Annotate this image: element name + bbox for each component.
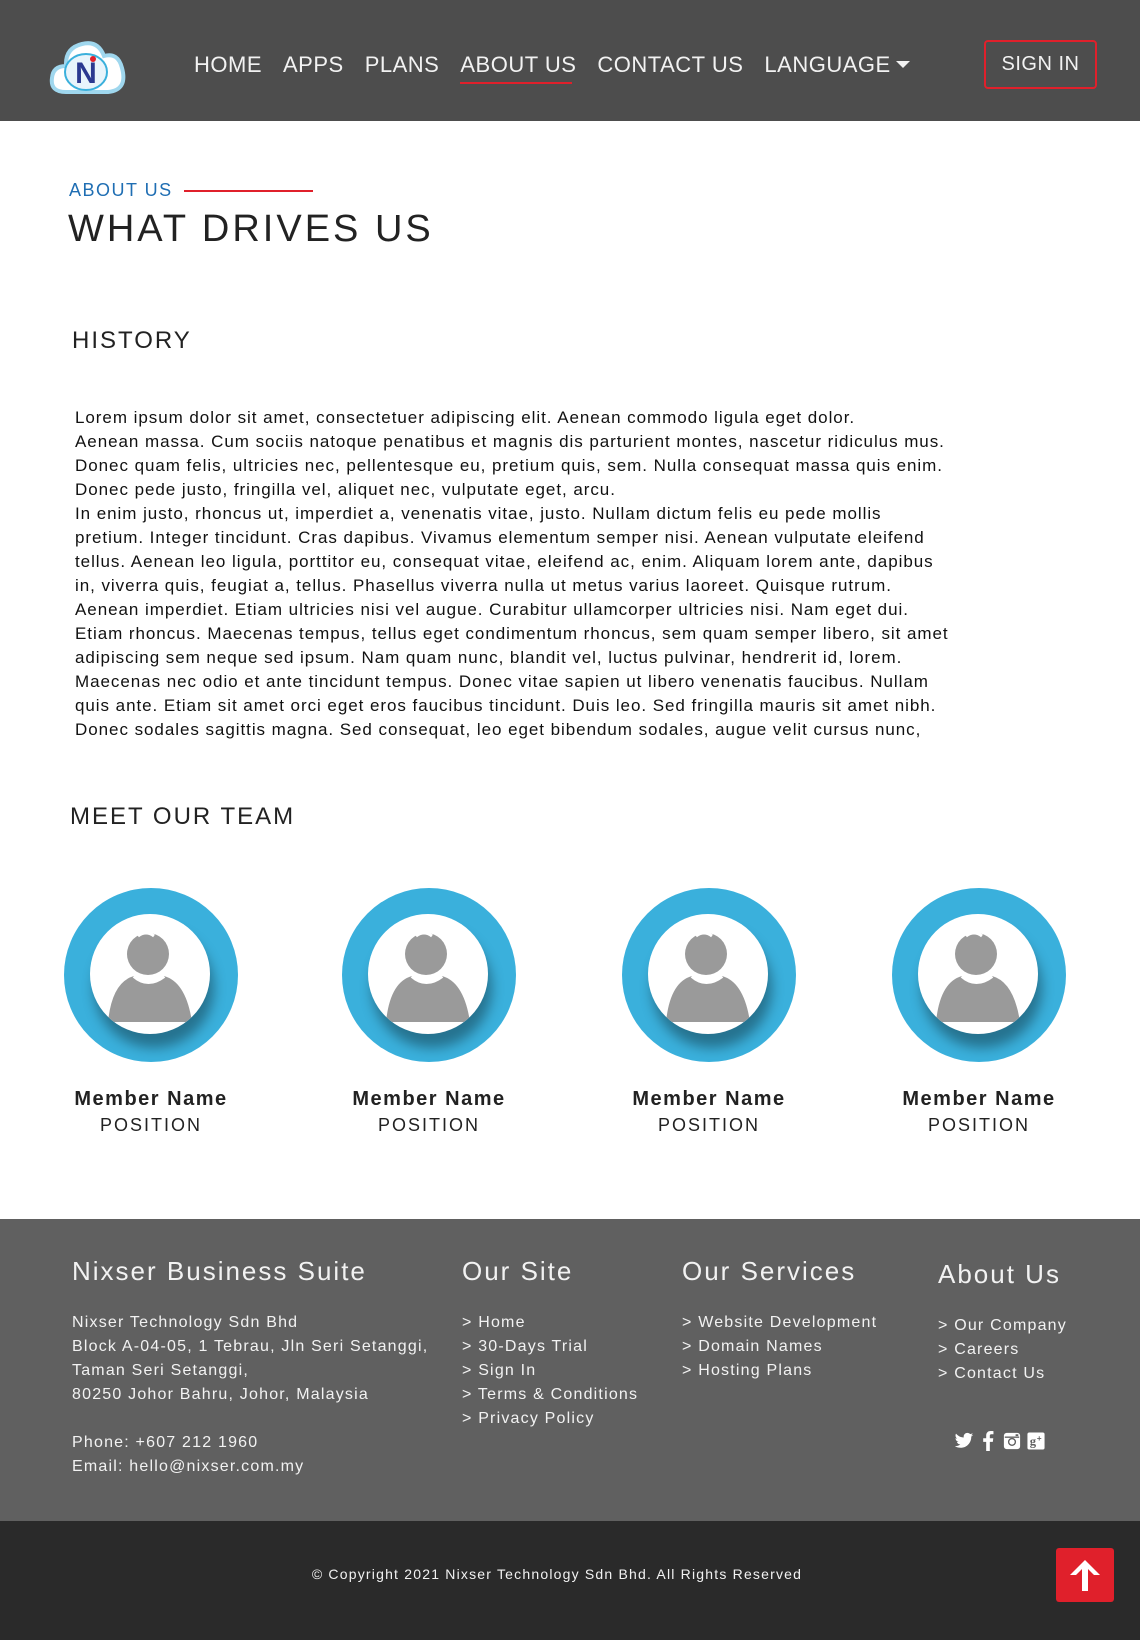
company-address: 80250 Johor Bahru, Johor, Malaysia [72,1386,369,1403]
nav-home[interactable]: HOME [194,50,262,80]
history-line: Donec quam felis, ultricies nec, pellent… [75,456,943,475]
company-email[interactable]: Email: hello@nixser.com.my [72,1455,428,1479]
nav-contact-us[interactable]: CONTACT US [597,50,743,80]
history-line: in, viverra quis, feugiat a, tellus. Pha… [75,576,892,595]
copyright-text: © Copyright 2021 Nixser Technology Sdn B… [311,1566,803,1582]
section-eyebrow: ABOUT US [69,180,173,200]
twitter-icon[interactable] [954,1431,974,1451]
team-member-card: Member Name POSITION [609,888,809,1136]
team-title: MEET OUR TEAM [70,803,296,830]
footer-company-title: Nixser Business Suite [72,1256,367,1286]
history-line: pretium. Integer tincidunt. Cras dapibus… [75,528,925,547]
company-address: Taman Seri Setanggi, [72,1362,249,1379]
footer-link-careers[interactable]: > Careers [938,1338,1067,1362]
avatar-ring [64,888,238,1062]
eyebrow-divider [184,190,313,192]
main-nav: HOME APPS PLANS ABOUT US CONTACT US LANG… [194,50,931,84]
arrow-up-icon [1070,1560,1100,1591]
nav-plans[interactable]: PLANS [365,50,440,80]
facebook-icon[interactable] [978,1431,998,1451]
company-name: Nixser Technology Sdn Bhd [72,1314,299,1331]
team-member-card: Member Name POSITION [51,888,251,1136]
history-line: quis ante. Etiam sit amet orci eget eros… [75,696,937,715]
nav-language[interactable]: LANGUAGE [764,50,910,80]
member-name: Member Name [352,1088,506,1110]
google-plus-icon[interactable]: g + [1026,1431,1046,1451]
person-avatar-icon [90,914,210,1034]
member-position: POSITION [99,1115,202,1135]
svg-text:N: N [75,57,97,90]
member-name: Member Name [902,1088,1056,1110]
member-position: POSITION [377,1115,480,1135]
company-address: Block A-04-05, 1 Tebrau, Jln Seri Setang… [72,1338,429,1355]
team-member-card: Member Name POSITION [879,888,1079,1136]
sign-in-button[interactable]: SIGN IN [984,40,1097,89]
history-line: Donec pede justo, fringilla vel, aliquet… [75,480,616,499]
footer-link-web-dev[interactable]: > Website Development [682,1311,877,1335]
history-line: In enim justo, rhoncus ut, imperdiet a, … [75,504,882,523]
instagram-icon[interactable] [1002,1431,1022,1451]
footer-our-site-title: Our Site [462,1256,574,1286]
nixser-logo-icon[interactable]: N [48,34,126,96]
footer-link-terms[interactable]: > Terms & Conditions [462,1383,638,1407]
avatar-ring [622,888,796,1062]
footer-services-title: Our Services [682,1256,857,1286]
nav-language-label: LANGUAGE [764,52,891,77]
footer-link-trial[interactable]: > 30-Days Trial [462,1335,638,1359]
history-line: Maecenas nec odio et ante tincidunt temp… [75,672,929,691]
caret-down-icon [895,60,910,68]
history-paragraph: Lorem ipsum dolor sit amet, consectetuer… [75,406,1055,742]
company-phone: Phone: +607 212 1960 [72,1434,259,1451]
footer-company-column: Nixser Business Suite Nixser Technology … [72,1256,428,1479]
footer-our-site-column: Our Site > Home > 30-Days Trial > Sign I… [462,1256,638,1431]
footer-link-home[interactable]: > Home [462,1311,638,1335]
history-line: Aenean massa. Cum sociis natoque penatib… [75,432,945,451]
footer-about-title: About Us [938,1259,1061,1289]
person-avatar-icon [368,914,488,1034]
page-title: WHAT DRIVES US [68,208,434,250]
member-position: POSITION [927,1115,1030,1135]
person-avatar-icon [648,914,768,1034]
member-name: Member Name [74,1088,228,1110]
back-to-top-button[interactable] [1056,1548,1114,1602]
team-member-card: Member Name POSITION [329,888,529,1136]
top-navbar: N HOME APPS PLANS ABOUT US CONTACT US LA… [0,0,1140,121]
person-avatar-icon [918,914,1038,1034]
svg-text:+: + [1037,1434,1042,1443]
nav-apps[interactable]: APPS [283,50,344,80]
history-title: HISTORY [72,327,192,354]
history-line: Etiam rhoncus. Maecenas tempus, tellus e… [75,624,949,643]
member-position: POSITION [657,1115,760,1135]
avatar-ring [892,888,1066,1062]
footer-link-sign-in[interactable]: > Sign In [462,1359,638,1383]
footer-link-hosting[interactable]: > Hosting Plans [682,1359,877,1383]
footer-link-domains[interactable]: > Domain Names [682,1335,877,1359]
history-line: Lorem ipsum dolor sit amet, consectetuer… [75,408,856,427]
footer-about-column: About Us > Our Company > Careers > Conta… [938,1259,1067,1386]
history-line: Aenean imperdiet. Etiam ultricies nisi v… [75,600,909,619]
history-line: Donec sodales sagittis magna. Sed conseq… [75,720,922,739]
svg-text:g: g [1030,1435,1037,1449]
footer-services-column: Our Services > Website Development > Dom… [682,1256,877,1383]
footer-link-company[interactable]: > Our Company [938,1314,1067,1338]
avatar-ring [342,888,516,1062]
member-name: Member Name [632,1088,786,1110]
nav-about-us[interactable]: ABOUT US [460,50,576,84]
social-links: g + [954,1431,1046,1451]
footer-link-contact[interactable]: > Contact Us [938,1362,1067,1386]
history-line: tellus. Aenean leo ligula, porttitor eu,… [75,552,934,571]
footer-link-privacy[interactable]: > Privacy Policy [462,1407,638,1431]
history-line: adipiscing sem neque sed ipsum. Nam quam… [75,648,903,667]
